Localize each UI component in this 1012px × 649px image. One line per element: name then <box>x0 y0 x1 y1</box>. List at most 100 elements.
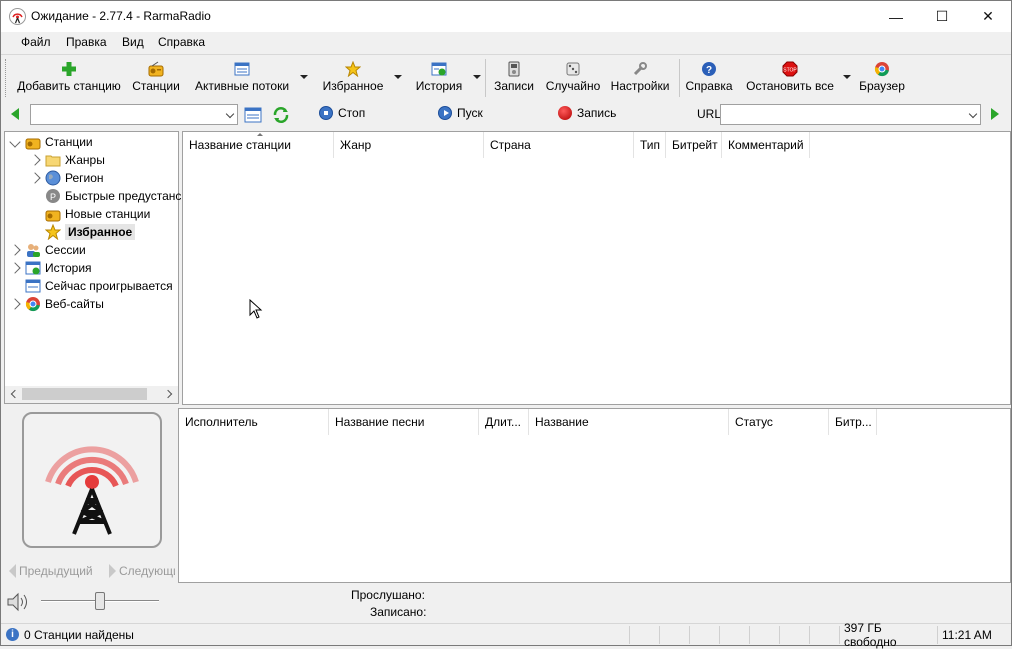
next-icon <box>109 564 116 578</box>
tree-item-sessions[interactable]: Сессии <box>9 241 86 259</box>
app-window: Ожидание - 2.77.4 - RarmaRadio — ☐ ✕ Фай… <box>0 0 1012 649</box>
column-status[interactable]: Статус <box>729 409 829 435</box>
star-icon <box>44 223 62 241</box>
chevron-down-icon[interactable] <box>9 136 21 148</box>
tree-item-region[interactable]: Регион <box>29 169 104 187</box>
stations-button[interactable]: Станции <box>129 59 183 99</box>
history-dropdown-icon[interactable] <box>473 75 481 79</box>
tree-item-new-stations[interactable]: Новые станции <box>45 205 150 223</box>
tree-label: История <box>45 261 92 275</box>
chevron-right-icon[interactable] <box>9 298 21 310</box>
free-space-status: 397 ГБ свободно <box>839 621 937 649</box>
maximize-button[interactable]: ☐ <box>919 1 965 32</box>
tree-item-genres[interactable]: Жанры <box>29 151 105 169</box>
chevron-down-icon[interactable] <box>225 109 235 119</box>
player-device-icon <box>508 61 520 77</box>
tree-item-stations[interactable]: Станции <box>9 133 93 151</box>
tree-horizontal-scrollbar[interactable] <box>5 386 178 403</box>
previous-button[interactable]: Предыдущий <box>9 564 93 578</box>
tree-label: Жанры <box>65 153 105 167</box>
column-genre[interactable]: Жанр <box>334 132 484 158</box>
record-button[interactable]: Запись <box>558 106 616 120</box>
column-label: Жанр <box>340 138 372 152</box>
menu-file[interactable]: Файл <box>19 35 53 49</box>
history-icon <box>25 260 41 276</box>
status-cell <box>719 626 749 644</box>
scroll-left-icon[interactable] <box>10 389 20 399</box>
tree-item-history[interactable]: История <box>9 259 92 277</box>
chevron-right-icon[interactable] <box>29 172 41 184</box>
next-label: Следующий <box>119 564 175 578</box>
column-label: Битрейт <box>672 138 718 152</box>
scroll-right-icon[interactable] <box>163 389 173 399</box>
clock-status: 11:21 AM <box>937 626 997 644</box>
menu-view[interactable]: Вид <box>120 35 146 49</box>
tree-label: Станции <box>45 135 93 149</box>
help-icon: ? <box>702 62 716 76</box>
favorites-dropdown-icon[interactable] <box>394 75 402 79</box>
column-bitrate[interactable]: Битр... <box>829 409 877 435</box>
tree-item-websites[interactable]: Веб-сайты <box>9 295 104 313</box>
stop-all-dropdown-icon[interactable] <box>843 75 851 79</box>
status-cell <box>659 626 689 644</box>
previous-label: Предыдущий <box>19 564 93 578</box>
stations-found-status: 0 Станции найдены <box>24 628 134 642</box>
scroll-thumb[interactable] <box>22 388 147 400</box>
globe-icon <box>45 170 61 186</box>
close-button[interactable]: ✕ <box>965 1 1011 32</box>
column-title[interactable]: Название <box>529 409 729 435</box>
chevron-right-icon[interactable] <box>9 244 21 256</box>
wrench-icon <box>633 62 647 76</box>
radio-app-icon <box>9 8 26 25</box>
tree-item-favorites[interactable]: Избранное <box>44 223 136 241</box>
chevron-right-icon[interactable] <box>29 154 41 166</box>
url-input[interactable] <box>720 104 981 125</box>
folder-icon <box>45 152 61 168</box>
stop-all-button[interactable]: STOP Остановить все <box>743 59 837 99</box>
chevron-down-icon[interactable] <box>968 109 978 119</box>
browser-button[interactable]: Браузер <box>856 59 908 99</box>
history-button[interactable]: История <box>410 59 468 99</box>
active-streams-button[interactable]: Активные потоки <box>190 59 294 99</box>
tree-item-now-playing[interactable]: Сейчас проигрывается <box>25 277 173 295</box>
play-button[interactable]: Пуск <box>438 106 483 120</box>
volume-slider-thumb[interactable] <box>95 592 105 610</box>
playback-bar: Стоп Пуск Запись URL <box>1 101 1011 129</box>
column-country[interactable]: Страна <box>484 132 634 158</box>
favorites-button[interactable]: Избранное <box>318 59 388 99</box>
help-button[interactable]: ? Справка <box>684 59 734 99</box>
tree-item-presets[interactable]: P Быстрые предустанс <box>45 187 181 205</box>
column-song-title[interactable]: Название песни <box>329 409 479 435</box>
settings-button[interactable]: Настройки <box>608 59 672 99</box>
minimize-button[interactable]: — <box>873 1 919 32</box>
add-station-button[interactable]: Добавить станцию <box>15 59 123 99</box>
menu-edit[interactable]: Правка <box>64 35 109 49</box>
speaker-icon[interactable] <box>6 592 32 612</box>
column-type[interactable]: Тип <box>634 132 666 158</box>
favorites-label: Избранное <box>322 79 384 93</box>
column-duration[interactable]: Длит... <box>479 409 529 435</box>
go-arrow-icon[interactable] <box>991 108 999 120</box>
users-icon <box>25 242 41 258</box>
back-arrow-icon[interactable] <box>11 108 19 120</box>
column-label: Страна <box>490 138 531 152</box>
radio-tower-icon <box>45 446 139 535</box>
table-view-icon[interactable] <box>244 106 262 124</box>
column-artist[interactable]: Исполнитель <box>179 409 329 435</box>
toolbar-grip[interactable] <box>5 59 8 97</box>
refresh-icon[interactable] <box>272 106 290 124</box>
menu-help[interactable]: Справка <box>156 35 207 49</box>
active-streams-dropdown-icon[interactable] <box>300 75 308 79</box>
svg-text:?: ? <box>706 65 712 76</box>
stations-table: Название станции Жанр Страна Тип Битрейт… <box>182 131 1011 405</box>
column-bitrate[interactable]: Битрейт <box>666 132 722 158</box>
stop-button[interactable]: Стоп <box>319 106 365 120</box>
chevron-right-icon[interactable] <box>9 262 21 274</box>
records-button[interactable]: Записи <box>491 59 537 99</box>
search-combo[interactable] <box>30 104 238 125</box>
record-label: Запись <box>577 106 617 120</box>
record-icon <box>558 106 572 120</box>
next-button[interactable]: Следующий <box>109 564 175 578</box>
random-button[interactable]: Случайно <box>543 59 603 99</box>
column-comment[interactable]: Комментарий <box>722 132 810 158</box>
